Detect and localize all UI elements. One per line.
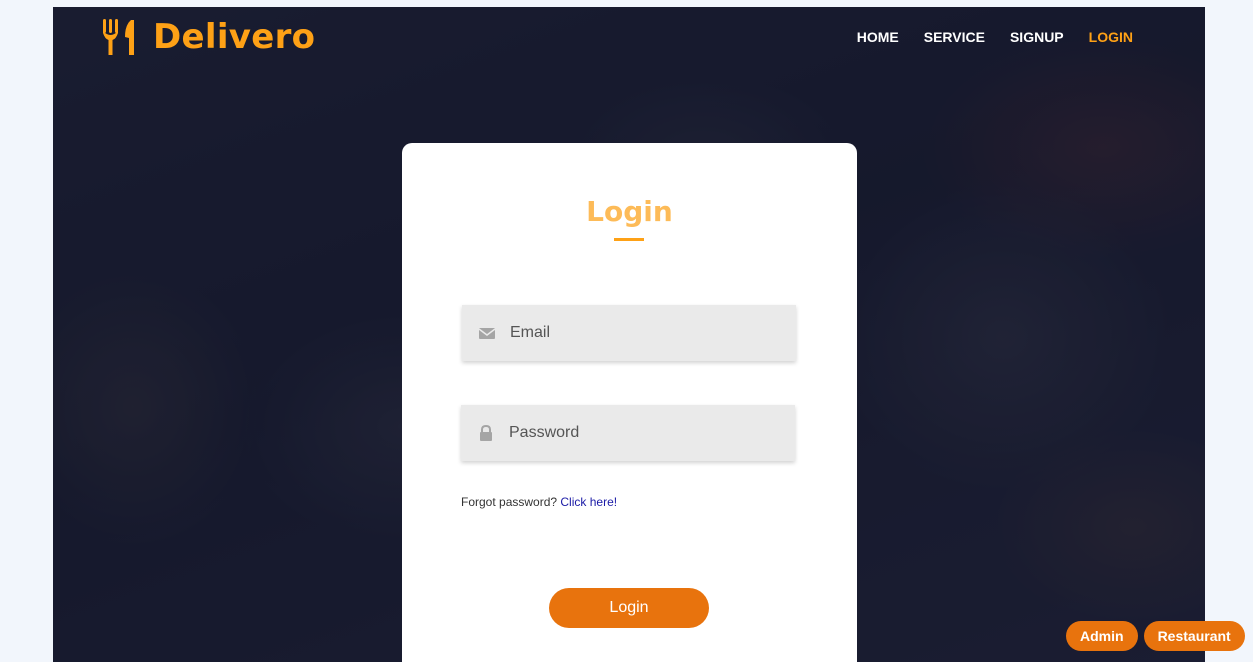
nav-service[interactable]: SERVICE [924,29,985,45]
nav-signup[interactable]: SIGNUP [1010,29,1064,45]
restaurant-button[interactable]: Restaurant [1143,621,1245,651]
login-title: Login [586,195,673,228]
forgot-password-link[interactable]: Click here! [560,495,617,509]
login-card: Login Forgot password? Click here! Login [402,143,857,662]
utensils-icon [103,19,134,55]
login-button[interactable]: Login [549,588,709,628]
floating-actions: Admin Restaurant [1066,621,1245,651]
forgot-password: Forgot password? Click here! [461,495,617,509]
envelope-icon [478,328,496,339]
nav-home[interactable]: HOME [857,29,899,45]
email-input[interactable] [508,312,782,354]
password-input[interactable] [507,412,781,454]
email-field[interactable] [462,305,796,361]
password-field[interactable] [461,405,795,461]
title-underline [614,238,644,241]
nav-login[interactable]: LOGIN [1089,29,1133,45]
brand-name: Delivero [153,17,316,57]
top-nav: HOME SERVICE SIGNUP LOGIN [857,29,1133,45]
forgot-password-text: Forgot password? [461,495,558,509]
admin-button[interactable]: Admin [1066,621,1138,651]
brand-logo[interactable]: Delivero [101,17,315,57]
hero-background: Delivero HOME SERVICE SIGNUP LOGIN Login… [53,7,1205,662]
lock-icon [480,424,492,441]
